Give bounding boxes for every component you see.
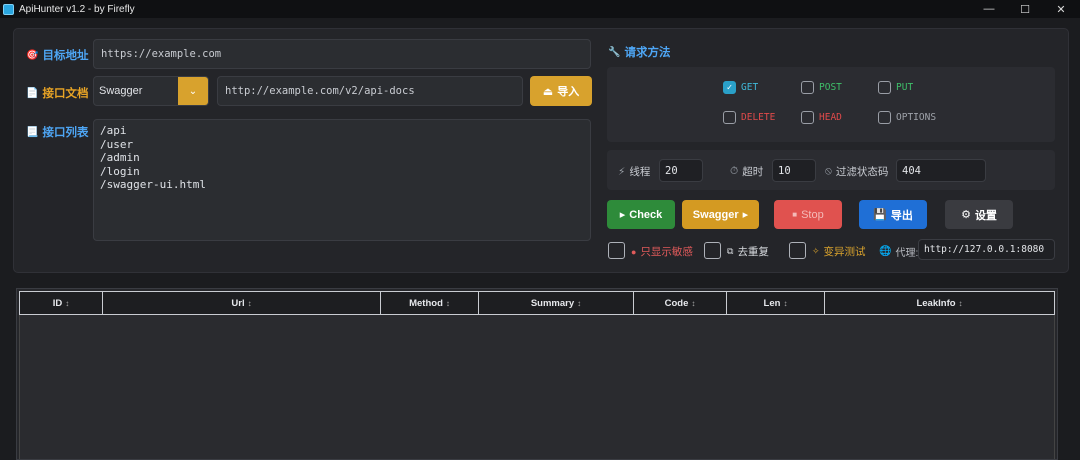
column-header-leakinfo[interactable]: LeakInfo ↕ [824, 291, 1055, 315]
column-header-url[interactable]: Url ↕ [102, 291, 381, 315]
methods-panel [607, 67, 1055, 142]
dedupe-checkbox[interactable] [704, 242, 721, 259]
document-icon: 📄 [26, 87, 39, 99]
method-options-checkbox[interactable]: OPTIONS [878, 111, 936, 124]
ban-icon: ⦸ [825, 165, 832, 177]
chevron-down-icon[interactable]: ⌄ [178, 77, 208, 105]
import-icon: ⏏ [542, 85, 554, 98]
proxy-label: 🌐 代理: [879, 246, 919, 259]
method-put-checkbox[interactable]: PUT [878, 81, 913, 94]
magic-wand-icon: ✧ [812, 246, 820, 256]
column-header-id[interactable]: ID ↕ [19, 291, 103, 315]
table-body[interactable] [19, 315, 1055, 459]
sort-icon: ↕ [445, 298, 450, 308]
method-post-checkbox[interactable]: POST [801, 81, 842, 94]
app-icon [3, 3, 14, 15]
import-button[interactable]: ⏏ 导入 [530, 76, 592, 106]
sort-icon: ↕ [577, 298, 582, 308]
gear-icon: ⚙ [961, 209, 971, 221]
list-item: /api [100, 124, 127, 137]
doc-type-select[interactable]: Swagger ⌄ [93, 76, 209, 106]
export-button[interactable]: 💾 导出 [859, 200, 927, 229]
method-delete-checkbox[interactable]: DELETE [723, 111, 775, 124]
globe-icon: 🌐 [879, 246, 892, 257]
target-label: 🎯 目标地址 [26, 49, 89, 63]
checkmark-icon: ✓ [723, 81, 736, 94]
results-table: ID ↕ Url ↕ Method ↕ Summary ↕ Code ↕ Len ↕ Lea… [16, 288, 1058, 460]
close-button[interactable]: ✕ [1038, 0, 1080, 18]
column-header-method[interactable]: Method ↕ [380, 291, 479, 315]
methods-label: 🔧 请求方法 [608, 46, 671, 60]
sort-icon: ↕ [65, 298, 70, 308]
list-item: /login [100, 164, 140, 178]
sort-icon: ↕ [691, 298, 696, 308]
sensitive-only-checkbox[interactable] [608, 242, 625, 259]
list-item: /user [100, 137, 134, 151]
stop-icon: ■ [792, 210, 798, 219]
doc-type-value: Swagger [99, 85, 143, 97]
proxy-input[interactable]: http://127.0.0.1:8080 [918, 239, 1055, 260]
column-header-code[interactable]: Code ↕ [633, 291, 727, 315]
list-item: /swagger-ui.html [100, 178, 206, 191]
check-button[interactable]: ▸ Check [607, 200, 675, 229]
sensitive-only-label: ● 只显示敏感 [631, 246, 693, 258]
column-header-len[interactable]: Len ↕ [726, 291, 825, 315]
swagger-button[interactable]: Swagger ▸ [682, 200, 759, 229]
sort-icon: ↕ [783, 298, 788, 308]
list-icon: 📃 [26, 126, 39, 138]
method-head-checkbox[interactable]: HEAD [801, 111, 842, 124]
save-icon: 💾 [873, 209, 887, 221]
stop-button[interactable]: ■ Stop [774, 200, 842, 229]
dedupe-icon: ⧉ [727, 246, 734, 256]
sort-icon: ↕ [247, 298, 252, 308]
title-bar: ApiHunter v1.2 - by Firefly — ☐ ✕ [0, 0, 1080, 18]
wrench-icon: 🔧 [608, 46, 621, 58]
api-list-textarea[interactable]: /api /user /admin /login /swagger-ui.htm… [93, 119, 591, 241]
dedupe-label: ⧉ 去重复 [727, 246, 769, 258]
mutation-test-checkbox[interactable] [789, 242, 806, 259]
timeout-input[interactable]: 10 [772, 159, 816, 182]
play-icon: ▸ [619, 209, 626, 221]
column-header-summary[interactable]: Summary ↕ [478, 291, 634, 315]
target-url-input[interactable]: https://example.com [93, 39, 591, 69]
threads-label: ⚡ 线程 [618, 165, 651, 179]
table-header: ID ↕ Url ↕ Method ↕ Summary ↕ Code ↕ Len ↕ Lea… [19, 291, 1055, 315]
doc-url-input[interactable]: http://example.com/v2/api-docs [217, 76, 523, 106]
lightning-icon: ⚡ [618, 165, 626, 178]
play-icon: ▸ [742, 209, 749, 221]
red-dot-icon: ● [631, 246, 637, 257]
filter-label: ⦸ 过滤状态码 [825, 165, 889, 178]
list-label: 📃 接口列表 [26, 126, 89, 140]
timeout-label: ⏱ 超时 [730, 165, 764, 178]
settings-button[interactable]: ⚙ 设置 [945, 200, 1013, 229]
target-icon: 🎯 [26, 49, 39, 61]
mutation-test-label: ✧ 变异测试 [812, 246, 866, 258]
filter-status-input[interactable]: 404 [896, 159, 986, 182]
doc-label: 📄 接口文档 [26, 87, 89, 101]
method-get-checkbox[interactable]: ✓ GET [723, 81, 758, 94]
window-title: ApiHunter v1.2 - by Firefly [19, 3, 135, 15]
timer-icon: ⏱ [730, 165, 739, 177]
sort-icon: ↕ [958, 298, 963, 308]
list-item: /admin [100, 151, 140, 164]
threads-input[interactable]: 20 [659, 159, 703, 182]
